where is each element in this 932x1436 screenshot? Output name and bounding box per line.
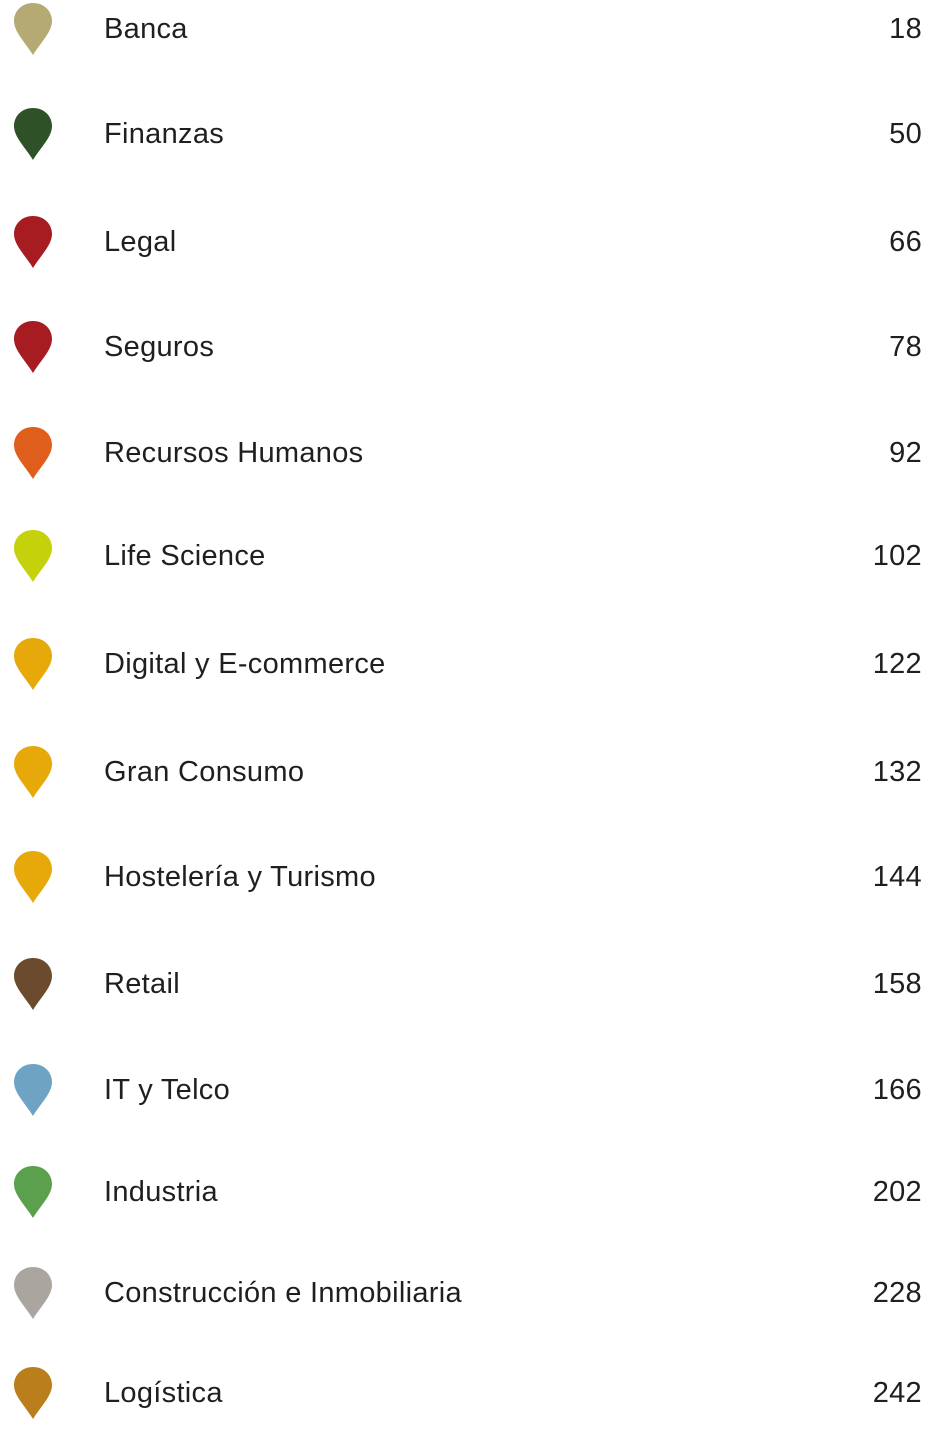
toc-item-legal[interactable]: Legal 66	[0, 213, 932, 285]
toc-item-label: Digital y E-commerce	[104, 648, 386, 680]
toc-item-seguros[interactable]: Seguros 78	[0, 318, 932, 390]
map-pin-icon	[13, 850, 53, 904]
toc-item-page-number: 166	[872, 1074, 922, 1106]
toc-item-label: IT y Telco	[104, 1074, 231, 1106]
toc-item-recursos-humanos[interactable]: Recursos Humanos 92	[0, 424, 932, 496]
toc-item-life-science[interactable]: Life Science 102	[0, 527, 932, 599]
toc-item-page-number: 92	[889, 437, 922, 469]
map-pin-icon	[13, 1366, 53, 1420]
map-pin-icon	[13, 957, 53, 1011]
toc-item-industria[interactable]: Industria 202	[0, 1163, 932, 1235]
toc-item-page-number: 132	[872, 756, 922, 788]
toc-item-it-y-telco[interactable]: IT y Telco 166	[0, 1061, 932, 1133]
toc-item-page-number: 144	[872, 861, 922, 893]
toc-item-page-number: 66	[889, 226, 922, 258]
map-pin-icon	[13, 107, 53, 161]
toc-item-label: Gran Consumo	[104, 756, 305, 788]
map-pin-icon	[13, 745, 53, 799]
map-pin-icon	[13, 2, 53, 56]
map-pin-icon	[13, 1063, 53, 1117]
toc-item-construccion-e-inmobiliaria[interactable]: Construcción e Inmobiliaria 228	[0, 1264, 932, 1336]
toc-item-page-number: 18	[889, 13, 922, 45]
toc-item-page-number: 102	[872, 540, 922, 572]
toc-item-digital-y-e-commerce[interactable]: Digital y E-commerce 122	[0, 635, 932, 707]
sector-index-list: Banca 18 Finanzas 50 Legal 66 Seguros 78…	[0, 0, 932, 1423]
toc-item-label: Seguros	[104, 331, 215, 363]
map-pin-icon	[13, 215, 53, 269]
toc-item-label: Retail	[104, 968, 180, 1000]
toc-item-label: Finanzas	[104, 118, 225, 150]
toc-item-page-number: 78	[889, 331, 922, 363]
toc-item-hosteleria-y-turismo[interactable]: Hostelería y Turismo 144	[0, 848, 932, 920]
map-pin-icon	[13, 426, 53, 480]
map-pin-icon	[13, 529, 53, 583]
toc-item-label: Hostelería y Turismo	[104, 861, 376, 893]
toc-item-retail[interactable]: Retail 158	[0, 955, 932, 1027]
toc-item-logistica[interactable]: Logística 242	[0, 1364, 932, 1436]
map-pin-icon	[13, 320, 53, 374]
map-pin-icon	[13, 1165, 53, 1219]
toc-item-page-number: 228	[872, 1277, 922, 1309]
toc-item-label: Life Science	[104, 540, 266, 572]
toc-item-finanzas[interactable]: Finanzas 50	[0, 105, 932, 177]
toc-item-page-number: 122	[872, 648, 922, 680]
map-pin-icon	[13, 1266, 53, 1320]
toc-item-page-number: 242	[872, 1377, 922, 1409]
toc-item-banca[interactable]: Banca 18	[0, 0, 932, 72]
toc-item-label: Construcción e Inmobiliaria	[104, 1277, 462, 1309]
toc-item-page-number: 202	[872, 1176, 922, 1208]
map-pin-icon	[13, 637, 53, 691]
toc-item-label: Legal	[104, 226, 177, 258]
toc-item-label: Banca	[104, 13, 188, 45]
toc-item-page-number: 50	[889, 118, 922, 150]
toc-item-label: Industria	[104, 1176, 218, 1208]
toc-item-label: Logística	[104, 1377, 223, 1409]
toc-item-label: Recursos Humanos	[104, 437, 364, 469]
toc-item-gran-consumo[interactable]: Gran Consumo 132	[0, 743, 932, 815]
toc-item-page-number: 158	[872, 968, 922, 1000]
